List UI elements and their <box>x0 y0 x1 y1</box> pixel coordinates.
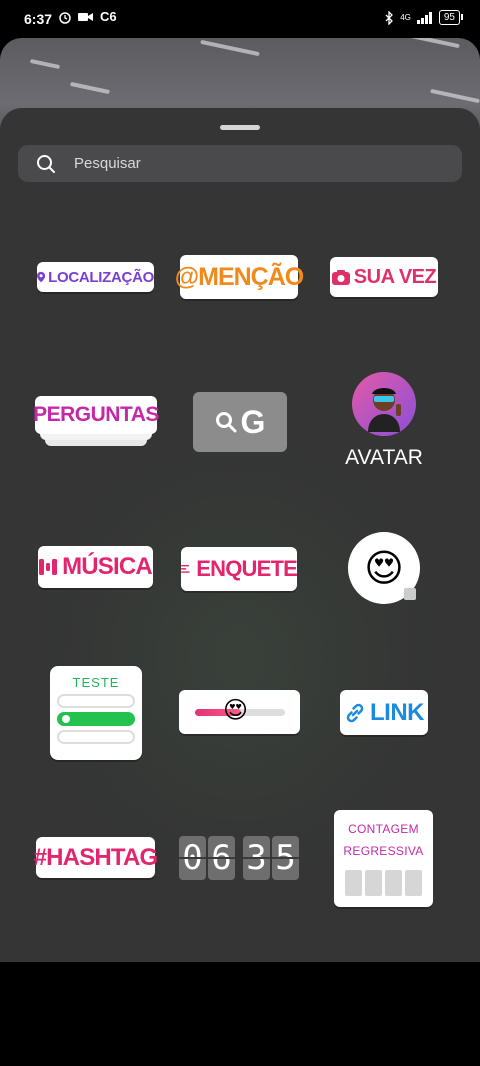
teste-label: TESTE <box>72 675 120 690</box>
status-bar: 6:37 C6 4G 95 <box>0 0 480 38</box>
status-time: 6:37 <box>24 11 53 27</box>
sticker-clock[interactable]: 0 6 3 5 <box>179 836 299 880</box>
heart-eyes-emoji: 😍 <box>364 547 404 590</box>
sticker-link[interactable]: LINK <box>340 690 428 735</box>
sticker-localizacao[interactable]: LOCALIZAÇÃO <box>37 262 154 292</box>
avatar-label: AVATAR <box>345 446 423 469</box>
network-type: 4G <box>400 13 411 22</box>
countdown-box <box>385 870 402 896</box>
battery-indicator: 95 <box>438 10 464 25</box>
signal-icon <box>416 11 432 24</box>
carrier-badge: C6 <box>100 9 117 24</box>
enquete-label: ENQUETE <box>196 556 298 581</box>
poll-lines-icon <box>181 564 190 573</box>
search-icon <box>215 412 237 433</box>
sticker-avatar[interactable] <box>352 372 416 436</box>
quiz-option-selected <box>57 712 135 726</box>
drag-handle[interactable] <box>220 125 260 130</box>
sua-vez-label: SUA VEZ <box>353 265 437 288</box>
musica-label: MÚSICA <box>62 553 153 580</box>
countdown-box <box>365 870 382 896</box>
alarm-icon <box>59 11 71 24</box>
link-label: LINK <box>370 698 425 726</box>
sticker-gif-search[interactable]: G <box>193 392 287 452</box>
sticker-teste[interactable]: TESTE <box>50 666 142 760</box>
quiz-option <box>57 694 135 708</box>
perguntas-label: PERGUNTAS <box>33 403 159 426</box>
clock-digit: 0 <box>179 836 206 880</box>
mencao-label: @MENÇÃO <box>174 262 304 291</box>
avatar-icon <box>368 388 401 432</box>
clock-digit: 3 <box>243 836 270 880</box>
bluetooth-icon <box>385 10 394 25</box>
camera-icon <box>331 269 350 285</box>
link-icon <box>346 703 364 722</box>
quiz-option <box>57 730 135 744</box>
sticker-hashtag[interactable]: #HASHTAG <box>33 837 159 878</box>
contagem-label: CONTAGEM <box>348 822 419 836</box>
sticker-sua-vez[interactable]: SUA VEZ <box>330 257 438 297</box>
countdown-box <box>345 870 362 896</box>
clock-digit: 6 <box>208 836 235 880</box>
video-icon <box>78 12 93 21</box>
gif-label: G <box>240 403 266 440</box>
regressiva-label: REGRESSIVA <box>343 844 424 858</box>
hashtag-label: #HASHTAG <box>33 843 159 871</box>
search-input[interactable]: Pesquisar <box>74 155 141 172</box>
navigation-bar <box>0 962 480 1066</box>
sticker-emoji-slider-bar[interactable]: 😍 <box>179 690 300 734</box>
clock-digit: 5 <box>272 836 299 880</box>
search-bar[interactable]: Pesquisar <box>18 145 462 182</box>
sticker-contagem-regressiva[interactable]: CONTAGEM REGRESSIVA <box>334 810 433 907</box>
search-icon <box>37 154 55 173</box>
localizacao-label: LOCALIZAÇÃO <box>48 268 154 286</box>
location-pin-icon <box>37 271 46 283</box>
sticker-perguntas[interactable]: PERGUNTAS <box>33 396 159 450</box>
sticker-corner-decoration <box>404 588 416 600</box>
sticker-mencao[interactable]: @MENÇÃO <box>175 255 304 299</box>
countdown-box <box>405 870 422 896</box>
slider-emoji-knob: 😍 <box>223 697 249 724</box>
sticker-musica[interactable]: MÚSICA <box>38 546 153 588</box>
music-bars-icon <box>39 559 58 575</box>
sticker-enquete[interactable]: ENQUETE <box>181 547 298 591</box>
